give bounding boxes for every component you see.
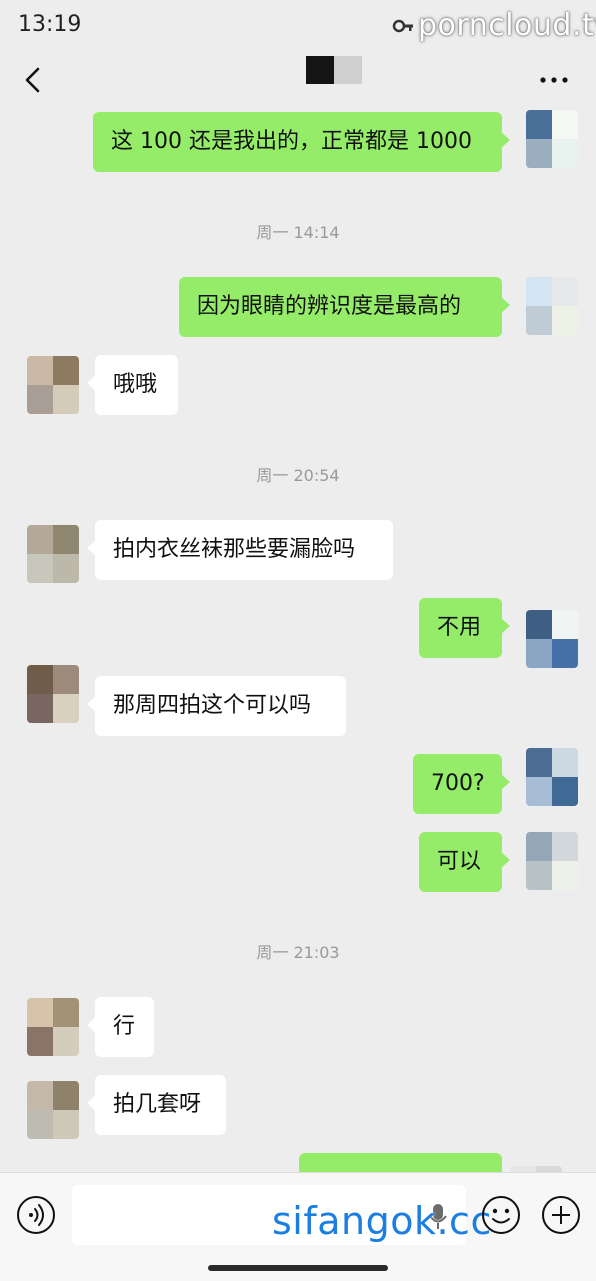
message-outgoing[interactable]: 700? [413, 754, 510, 814]
contact-avatar[interactable] [27, 1081, 79, 1139]
more-dots-icon[interactable] [538, 68, 570, 92]
input-bar: sifangok.cc [0, 1172, 596, 1281]
my-avatar[interactable] [526, 748, 578, 806]
contact-avatar[interactable] [27, 998, 79, 1056]
contact-avatar[interactable] [27, 525, 79, 583]
contact-title-redacted [306, 56, 362, 84]
message-outgoing[interactable]: 可以 [419, 832, 510, 892]
my-avatar[interactable] [526, 832, 578, 890]
message-incoming[interactable]: 那周四拍这个可以吗 [87, 676, 346, 736]
my-avatar[interactable] [526, 110, 578, 168]
contact-avatar[interactable] [27, 665, 79, 723]
message-outgoing[interactable]: 不用 [419, 598, 510, 658]
emoji-icon[interactable] [481, 1195, 521, 1235]
message-incoming[interactable]: 拍几套呀 [87, 1075, 226, 1135]
message-incoming[interactable]: 拍内衣丝袜那些要漏脸吗 [87, 520, 393, 580]
message-outgoing[interactable]: 因为眼睛的辨识度是最高的 [179, 277, 510, 337]
watermark-bottom: sifangok.cc [272, 1199, 492, 1243]
plus-icon[interactable] [541, 1195, 581, 1235]
my-avatar[interactable] [526, 610, 578, 668]
watermark-top: porncloud.tv [418, 8, 596, 43]
voice-icon[interactable] [16, 1195, 56, 1235]
message-incoming[interactable]: 行 [87, 997, 154, 1057]
contact-avatar[interactable] [27, 356, 79, 414]
message-outgoing[interactable]: 这 100 还是我出的，正常都是 1000 [93, 112, 510, 172]
timestamp: 周一 20:54 [256, 466, 340, 485]
nav-bar [0, 52, 596, 108]
back-chevron-icon[interactable] [20, 66, 48, 94]
my-avatar[interactable] [526, 277, 578, 335]
status-time: 13:19 [18, 12, 82, 37]
message-outgoing[interactable] [299, 1153, 502, 1172]
timestamp: 周一 14:14 [256, 223, 340, 242]
key-icon [392, 19, 413, 33]
timestamp: 周一 21:03 [256, 943, 340, 962]
status-bar: 13:19 porncloud.tv [0, 0, 596, 52]
chat-message-list[interactable]: 这 100 还是我出的，正常都是 1000 周一 14:14 因为眼睛的辨识度是… [0, 108, 596, 1172]
home-indicator[interactable] [208, 1265, 388, 1271]
message-incoming[interactable]: 哦哦 [87, 355, 178, 415]
